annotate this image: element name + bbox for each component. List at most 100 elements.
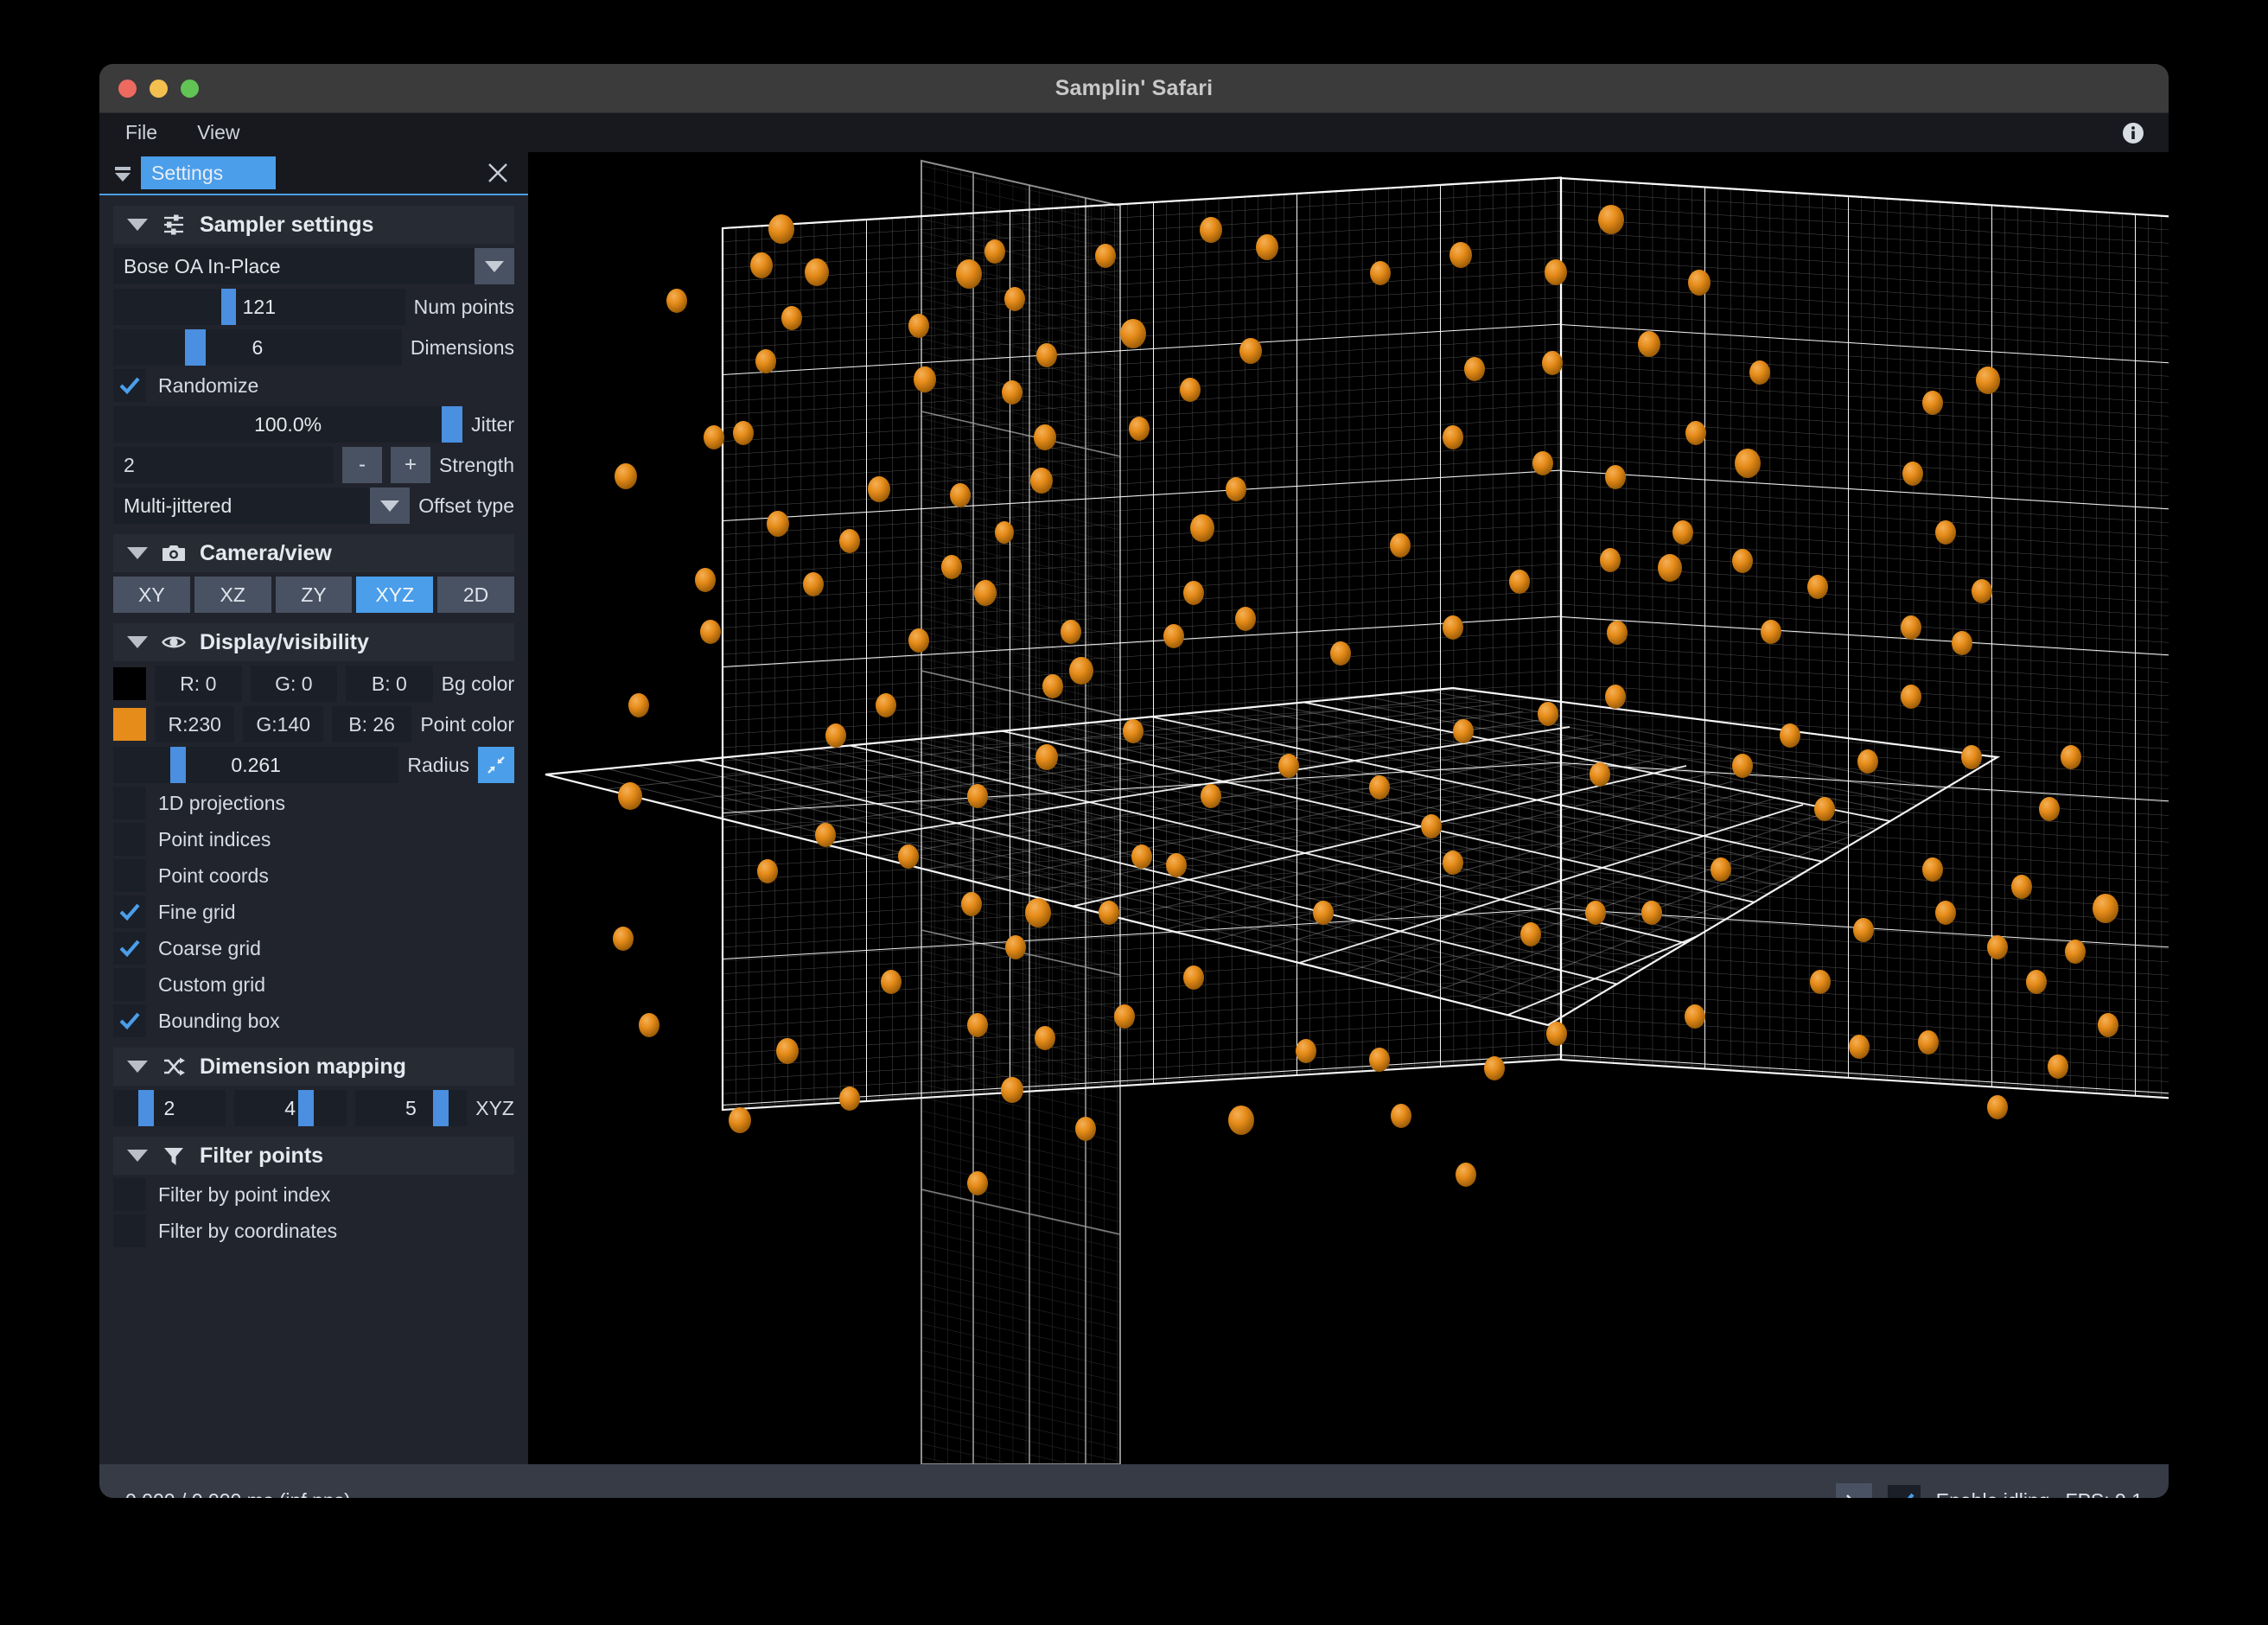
checkbox-label: Filter by point index — [158, 1183, 330, 1207]
radius-slider[interactable]: 0.261 — [113, 747, 398, 783]
jitter-slider[interactable]: 100.0% — [113, 406, 462, 443]
checkbox-filter-by-point-index[interactable]: Filter by point index — [113, 1178, 514, 1211]
shrink-arrows-icon[interactable] — [478, 747, 514, 783]
sample-point — [666, 289, 687, 313]
sample-point — [1590, 762, 1610, 787]
checkbox-point-coords[interactable]: Point coords — [113, 859, 514, 892]
sample-point — [1901, 685, 1921, 709]
checkbox-bounding-box[interactable]: Bounding box — [113, 1004, 514, 1037]
section-display-visibility[interactable]: Display/visibility — [113, 623, 514, 661]
strength-value[interactable]: 2 — [113, 447, 334, 483]
sample-point — [1278, 754, 1299, 778]
sampler-select[interactable]: Bose OA In-Place — [113, 248, 514, 284]
strength-minus-button[interactable]: - — [342, 447, 382, 483]
sample-point — [1391, 1104, 1411, 1128]
view-button-xy[interactable]: XY — [113, 577, 190, 613]
sample-point — [1545, 259, 1567, 285]
settings-sidebar: Settings — [99, 152, 528, 1464]
sample-viewport-3d[interactable] — [528, 152, 2169, 1464]
checkbox-box[interactable] — [113, 968, 146, 1001]
view-button-xz[interactable]: XZ — [194, 577, 271, 613]
tab-settings[interactable]: Settings — [141, 156, 276, 189]
sample-point — [639, 1013, 659, 1037]
checkbox-1d-projections[interactable]: 1D projections — [113, 787, 514, 819]
radius-row: 0.261 Radius — [113, 747, 514, 783]
point-color-swatch[interactable] — [113, 708, 146, 741]
strength-plus-button[interactable]: + — [391, 447, 430, 483]
checkbox-coarse-grid[interactable]: Coarse grid — [113, 932, 514, 965]
timing-status: 0.000 / 0.000 ms (inf pps) — [125, 1489, 351, 1498]
checkbox-box[interactable] — [113, 1004, 146, 1037]
section-camera-view[interactable]: Camera/view — [113, 534, 514, 572]
info-icon[interactable] — [2122, 122, 2144, 144]
checkbox-box[interactable] — [113, 1214, 146, 1247]
checkbox-box[interactable] — [113, 895, 146, 928]
sample-point — [733, 421, 754, 445]
eye-icon — [162, 630, 186, 654]
bg-color-r: R: 0 — [155, 666, 242, 702]
sample-point — [1190, 514, 1214, 542]
terminal-icon[interactable] — [1836, 1483, 1872, 1499]
statusbar-right: Enable idling FPS: 9.1 — [1836, 1483, 2143, 1499]
checkbox-box[interactable] — [113, 859, 146, 892]
dimensions-label: Dimensions — [411, 336, 514, 360]
collapse-icon[interactable] — [110, 160, 136, 186]
enable-idling-checkbox[interactable] — [1888, 1485, 1921, 1499]
checkbox-box[interactable] — [113, 787, 146, 819]
sample-point — [2048, 1055, 2068, 1079]
sample-point — [1598, 205, 1624, 234]
bg-r-label: R: — [180, 672, 200, 696]
dim-map-x-slider[interactable]: 2 — [113, 1090, 226, 1126]
checkbox-custom-grid[interactable]: Custom grid — [113, 968, 514, 1001]
bg-color-swatch[interactable] — [113, 667, 146, 700]
main-area: Settings — [99, 152, 2169, 1464]
sample-point — [908, 628, 929, 653]
dim-map-z-slider[interactable]: 5 — [355, 1090, 468, 1126]
sample-point — [628, 693, 649, 717]
chevron-down-icon — [127, 219, 148, 231]
checkbox-point-indices[interactable]: Point indices — [113, 823, 514, 856]
checkbox-box[interactable] — [113, 932, 146, 965]
section-filter-points[interactable]: Filter points — [113, 1137, 514, 1175]
checkbox-box[interactable] — [113, 823, 146, 856]
dimensions-slider[interactable]: 6 — [113, 329, 402, 366]
randomize-checkbox[interactable] — [113, 369, 146, 402]
chevron-down-icon[interactable] — [475, 248, 514, 284]
bg-b-label: B: — [372, 672, 391, 696]
settings-scroll[interactable]: Sampler settings Bose OA In-Place 121 Nu… — [99, 195, 528, 1464]
chevron-down-icon[interactable] — [370, 488, 410, 524]
view-button-xyz[interactable]: XYZ — [356, 577, 433, 613]
sample-point — [1918, 1030, 1939, 1055]
checkbox-box[interactable] — [113, 1178, 146, 1211]
close-icon[interactable] — [487, 162, 509, 184]
sample-point — [984, 239, 1005, 264]
sample-point — [776, 1038, 799, 1064]
num-points-slider[interactable]: 121 — [113, 289, 405, 325]
randomize-label: Randomize — [158, 374, 258, 398]
menu-view[interactable]: View — [190, 119, 246, 146]
view-button-zy[interactable]: ZY — [276, 577, 353, 613]
section-dimension-mapping[interactable]: Dimension mapping — [113, 1048, 514, 1086]
sample-point — [1780, 723, 1800, 748]
checkbox-fine-grid[interactable]: Fine grid — [113, 895, 514, 928]
offset-type-select[interactable]: Multi-jittered — [113, 488, 410, 524]
sample-point — [1114, 1004, 1135, 1029]
checkbox-filter-by-coordinates[interactable]: Filter by coordinates — [113, 1214, 514, 1247]
dim-map-y-slider[interactable]: 4 — [234, 1090, 347, 1126]
sample-point — [1607, 621, 1628, 645]
sample-point — [1972, 579, 1992, 603]
chevron-down-icon — [127, 1150, 148, 1162]
bg-r-value: 0 — [206, 672, 217, 696]
sample-point — [1183, 965, 1204, 990]
menu-file[interactable]: File — [118, 119, 164, 146]
sample-point — [1952, 631, 1972, 655]
sample-point — [2026, 970, 2047, 994]
sample-point — [1605, 685, 1626, 709]
viewport-canvas[interactable] — [528, 152, 2169, 1464]
dimensions-value: 6 — [113, 329, 402, 366]
jitter-value: 100.0% — [113, 406, 462, 443]
section-sampler-settings[interactable]: Sampler settings — [113, 206, 514, 244]
view-button-2d[interactable]: 2D — [437, 577, 514, 613]
sliders-icon — [162, 213, 186, 237]
sample-point — [1370, 261, 1391, 285]
